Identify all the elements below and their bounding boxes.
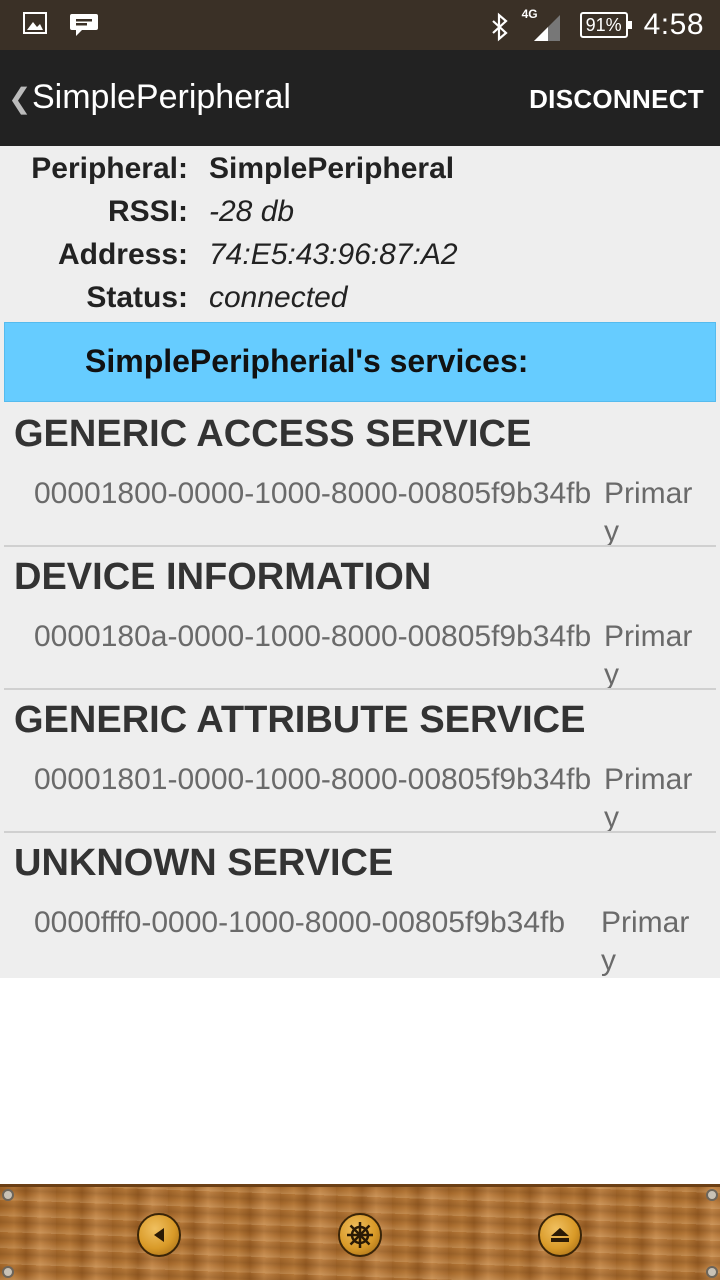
back-icon[interactable] <box>137 1213 181 1257</box>
battery-icon: 91% <box>579 12 632 38</box>
services-header-label: SimplePeripherial's services: <box>85 343 529 379</box>
service-name: DEVICE INFORMATION <box>14 556 432 598</box>
info-label: Address: <box>57 238 188 271</box>
screw-icon <box>2 1266 14 1278</box>
service-name: GENERIC ACCESS SERVICE <box>14 413 532 455</box>
back-chevron-icon[interactable]: ❮ <box>8 82 31 115</box>
divider <box>4 688 716 690</box>
bluetooth-icon <box>488 12 514 42</box>
service-uuid: 0000fff0-0000-1000-8000-00805f9b34fb <box>34 906 566 939</box>
image-icon <box>22 10 48 36</box>
info-row-peripheral: Peripheral: SimplePeripheral <box>0 152 720 194</box>
screw-icon <box>706 1189 718 1201</box>
info-label: RSSI: <box>107 195 188 228</box>
screw-icon <box>706 1266 718 1278</box>
service-uuid: 00001800-0000-1000-8000-00805f9b34fb <box>34 477 592 510</box>
action-bar: ❮ SimplePeripheral DISCONNECT <box>0 50 720 146</box>
service-name: UNKNOWN SERVICE <box>14 842 394 884</box>
info-value: SimplePeripheral <box>209 152 455 185</box>
screw-icon <box>2 1189 14 1201</box>
bottom-toolbar <box>0 1184 720 1280</box>
info-value: -28 db <box>209 195 295 228</box>
system-icons: 4G 91% 4:58 <box>488 0 704 50</box>
service-type: Primary <box>604 477 693 548</box>
clock: 4:58 <box>643 8 704 41</box>
services-header: SimplePeripherial's services: <box>4 322 716 402</box>
service-item[interactable]: GENERIC ATTRIBUTE SERVICE 00001801-0000-… <box>0 691 720 834</box>
info-label: Peripheral: <box>31 152 188 185</box>
service-name: GENERIC ATTRIBUTE SERVICE <box>14 699 586 741</box>
divider <box>4 545 716 547</box>
service-item[interactable]: DEVICE INFORMATION 0000180a-0000-1000-80… <box>0 548 720 691</box>
service-uuid: 00001801-0000-1000-8000-00805f9b34fb <box>34 763 592 796</box>
divider <box>4 831 716 833</box>
info-row-rssi: RSSI: -28 db <box>0 195 720 237</box>
disconnect-button[interactable]: DISCONNECT <box>529 84 704 115</box>
service-item[interactable]: GENERIC ACCESS SERVICE 00001800-0000-100… <box>0 405 720 548</box>
info-value: 74:E5:43:96:87:A2 <box>209 238 458 271</box>
up-icon[interactable] <box>538 1213 582 1257</box>
info-label: Status: <box>86 281 188 314</box>
info-value: connected <box>209 281 348 314</box>
service-type: Primary <box>601 906 690 977</box>
notification-icons <box>22 10 98 36</box>
service-item[interactable]: UNKNOWN SERVICE 0000fff0-0000-1000-8000-… <box>0 834 720 977</box>
info-row-status: Status: connected <box>0 281 720 323</box>
battery-level: 91% <box>585 15 622 35</box>
status-bar: 4G 91% 4:58 <box>0 0 720 50</box>
service-uuid: 0000180a-0000-1000-8000-00805f9b34fb <box>34 620 592 653</box>
service-type: Primary <box>604 763 693 834</box>
page-title[interactable]: SimplePeripheral <box>32 78 291 117</box>
helm-icon[interactable] <box>338 1213 382 1257</box>
chat-icon <box>68 10 98 36</box>
signal-icon: 4G <box>522 7 564 43</box>
service-type: Primary <box>604 620 693 691</box>
info-row-address: Address: 74:E5:43:96:87:A2 <box>0 238 720 280</box>
device-details: Peripheral: SimplePeripheral RSSI: -28 d… <box>0 146 720 978</box>
